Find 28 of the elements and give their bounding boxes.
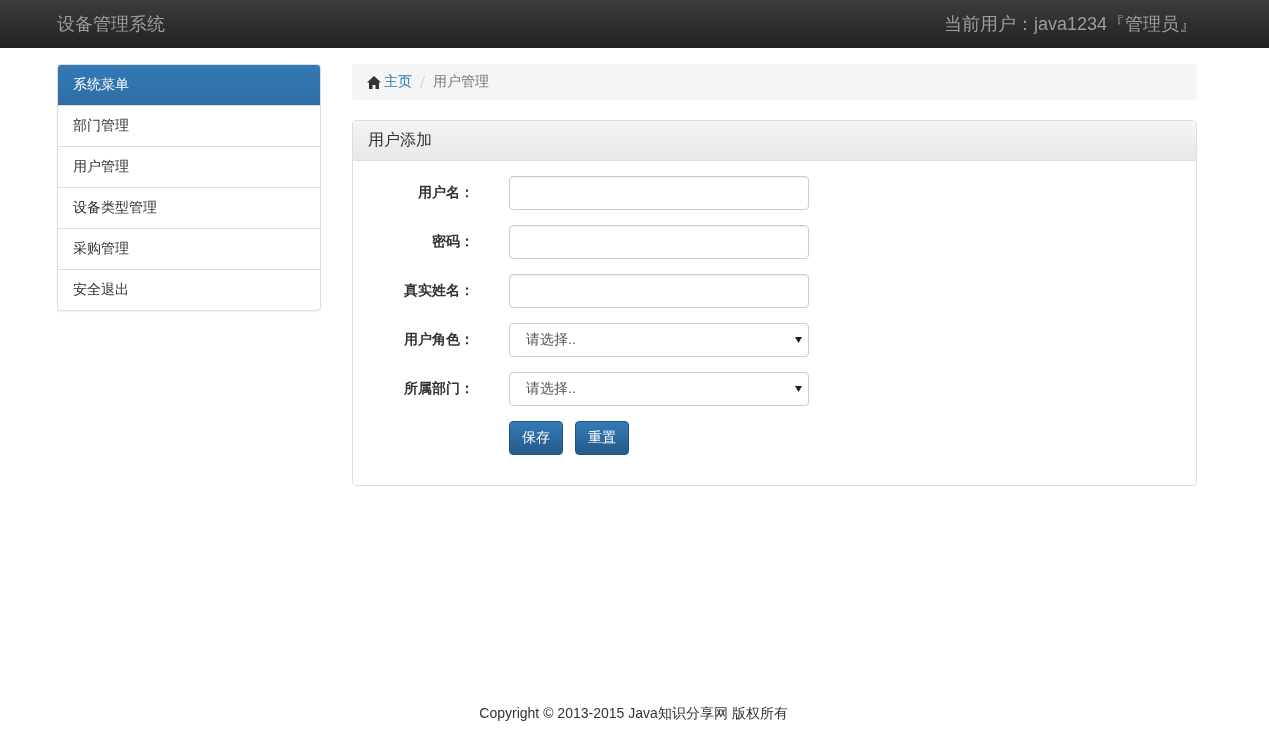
- select-field[interactable]: 请选择..: [509, 372, 809, 406]
- sidebar-item[interactable]: 安全退出: [58, 269, 320, 310]
- input-field[interactable]: [509, 225, 809, 259]
- caret-icon: [795, 337, 802, 343]
- sidebar-item[interactable]: 用户管理: [58, 146, 320, 187]
- sidebar-item[interactable]: 部门管理: [58, 105, 320, 146]
- field-label: 用户角色：: [403, 331, 474, 349]
- form-button[interactable]: 重置: [575, 421, 629, 455]
- field-label: 密码：: [431, 233, 474, 251]
- sidebar-item[interactable]: 设备类型管理: [58, 187, 320, 228]
- field-label: 所属部门：: [403, 380, 474, 398]
- panel-title: 用户添加: [353, 121, 1196, 161]
- app-title[interactable]: 设备管理系统: [57, 12, 165, 36]
- home-icon: [367, 75, 381, 89]
- home-link[interactable]: 主页: [367, 73, 412, 91]
- input-field[interactable]: [509, 176, 809, 210]
- breadcrumb-separator-icon: [420, 76, 425, 88]
- breadcrumb-current: 用户管理: [433, 73, 489, 91]
- field-label: 用户名：: [417, 184, 474, 202]
- field-label: 真实姓名：: [403, 282, 474, 300]
- form-button[interactable]: 保存: [509, 421, 563, 455]
- input-field[interactable]: [509, 274, 809, 308]
- current-user-label: 当前用户：java1234『管理员』: [943, 13, 1197, 36]
- sidebar-item[interactable]: 采购管理: [58, 228, 320, 269]
- select-field[interactable]: 请选择..: [509, 323, 809, 357]
- sidebar-title: 系统菜单: [58, 65, 320, 105]
- caret-icon: [795, 386, 802, 392]
- copyright-text: Copyright © 2013-2015 Java知识分享网 版权所有: [479, 705, 788, 721]
